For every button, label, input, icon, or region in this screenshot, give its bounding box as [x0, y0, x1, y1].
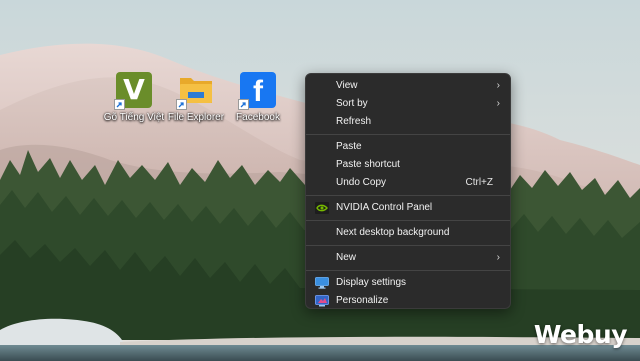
desktop-context-menu: View › Sort by › Refresh Paste Paste sho… — [305, 73, 511, 309]
menu-item-nvidia-control-panel[interactable]: NVIDIA Control Panel — [306, 199, 510, 217]
submenu-arrow-icon: › — [496, 80, 500, 91]
facebook-icon: f — [238, 72, 276, 110]
keyboard-shortcut: Ctrl+Z — [465, 177, 494, 188]
desktop-icon-label: Facebook — [236, 112, 280, 123]
menu-item-paste-shortcut[interactable]: Paste shortcut — [306, 156, 510, 174]
menu-item-label: Personalize — [336, 295, 389, 306]
menu-item-label: Paste — [336, 141, 362, 152]
nvidia-icon — [315, 202, 329, 214]
menu-item-label: Refresh — [336, 116, 372, 127]
menu-item-view[interactable]: View › — [306, 77, 510, 95]
menu-separator — [306, 220, 510, 221]
menu-item-label: Sort by — [336, 98, 368, 109]
desktop-icon-go-tieng-viet[interactable]: V Gõ Tiếng Việt — [103, 72, 165, 124]
gotiengviet-icon: V — [114, 72, 152, 110]
menu-item-new[interactable]: New › — [306, 249, 510, 267]
desktop-icon-label: Gõ Tiếng Việt — [103, 112, 165, 123]
menu-item-undo-copy[interactable]: Undo Copy Ctrl+Z — [306, 174, 510, 192]
webuy-watermark: Webuy — [533, 320, 628, 349]
shortcut-arrow-icon — [176, 99, 187, 110]
shortcut-arrow-icon — [238, 99, 249, 110]
menu-separator — [306, 245, 510, 246]
menu-separator — [306, 270, 510, 271]
submenu-arrow-icon: › — [496, 98, 500, 109]
menu-item-label: View — [336, 80, 358, 91]
menu-item-label: New — [336, 252, 357, 263]
desktop-icon-file-explorer[interactable]: File Explorer — [165, 72, 227, 124]
desktop-icon-label: File Explorer — [167, 112, 225, 123]
menu-item-label: NVIDIA Control Panel — [336, 202, 433, 213]
menu-separator — [306, 134, 510, 135]
menu-item-refresh[interactable]: Refresh — [306, 113, 510, 131]
menu-item-paste[interactable]: Paste — [306, 138, 510, 156]
shortcut-arrow-icon — [114, 99, 125, 110]
monitor-icon — [315, 277, 329, 289]
menu-item-label: Next desktop background — [336, 227, 450, 238]
menu-item-label: Display settings — [336, 277, 407, 288]
menu-item-label: Undo Copy — [336, 177, 387, 188]
desktop-icon-facebook[interactable]: f Facebook — [227, 72, 289, 124]
submenu-arrow-icon: › — [496, 252, 500, 263]
menu-item-personalize[interactable]: Personalize — [306, 292, 510, 310]
menu-separator — [306, 195, 510, 196]
menu-item-sort-by[interactable]: Sort by › — [306, 95, 510, 113]
menu-item-next-desktop-background[interactable]: Next desktop background — [306, 224, 510, 242]
folder-icon — [176, 72, 214, 110]
menu-item-display-settings[interactable]: Display settings — [306, 274, 510, 292]
menu-item-label: Paste shortcut — [336, 159, 400, 170]
personalize-icon — [315, 295, 329, 307]
